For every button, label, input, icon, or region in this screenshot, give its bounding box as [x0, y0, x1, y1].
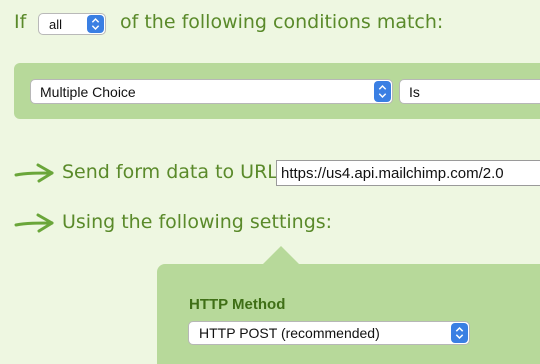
settings-panel — [157, 264, 540, 364]
match-mode-select[interactable]: all — [38, 13, 106, 35]
http-method-select[interactable]: HTTP POST (recommended) — [188, 321, 470, 345]
updown-chevron-icon — [374, 81, 391, 102]
if-label: If — [14, 11, 27, 33]
conditions-match-text: of the following conditions match: — [120, 11, 444, 33]
arrow-right-icon — [14, 212, 56, 234]
http-method-label: HTTP Method — [189, 296, 286, 313]
condition-operator-value: Is — [409, 84, 420, 100]
updown-chevron-icon — [451, 323, 468, 343]
settings-panel-notch — [263, 246, 299, 264]
webhook-url-value: https://us4.api.mailchimp.com/2.0 — [281, 165, 504, 182]
updown-chevron-icon — [87, 15, 104, 33]
condition-operator-select[interactable]: Is — [399, 79, 540, 104]
condition-field-select[interactable]: Multiple Choice — [30, 79, 393, 104]
send-url-label: Send form data to URL: — [62, 161, 285, 183]
arrow-right-icon — [14, 162, 56, 184]
settings-heading: Using the following settings: — [62, 211, 333, 233]
http-method-value: HTTP POST (recommended) — [199, 325, 380, 341]
condition-field-value: Multiple Choice — [40, 84, 136, 100]
webhook-url-input[interactable]: https://us4.api.mailchimp.com/2.0 — [276, 160, 540, 186]
match-mode-value: all — [49, 17, 63, 32]
